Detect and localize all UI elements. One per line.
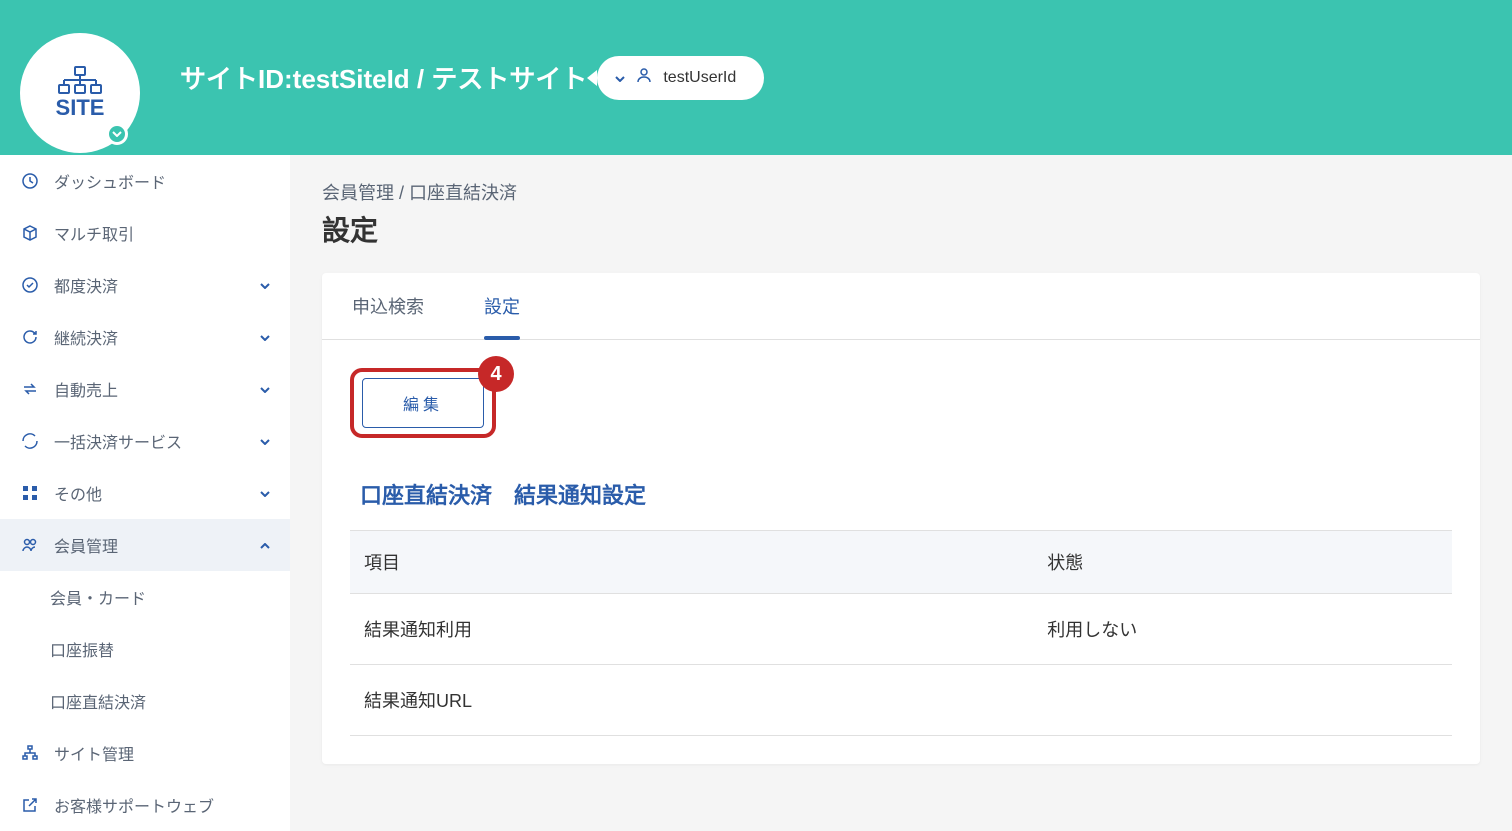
chevron-down-icon [260,382,270,396]
sidebar-item-label: お客様サポートウェブ [54,793,214,817]
table-header-item: 項目 [350,531,1033,593]
sidebar-item-label: 継続決済 [54,325,118,349]
chevron-down-icon[interactable] [106,123,128,145]
sidebar-item-label: その他 [54,481,102,505]
chevron-down-icon [260,434,270,448]
sidebar: ダッシュボード マルチ取引 都度決済 継続決済 自動売上 一括決済サービス [0,155,290,831]
sidebar-item-label: 一括決済サービス [54,429,182,453]
site-badge-text: SITE [56,95,105,121]
card: 申込検索 設定 編集 4 口座直結決済 結果通知設定 項目 状態 [322,273,1480,764]
sidebar-subitem-direct-debit[interactable]: 口座直結決済 [0,675,290,727]
sitemap-icon [20,744,40,762]
annotation-badge: 4 [478,356,514,392]
check-circle-icon [20,276,40,294]
header: SITE サイトID:testSiteId / テストサイト testUserI… [0,0,1512,155]
tabs: 申込検索 設定 [322,273,1480,340]
settings-table: 項目 状態 結果通知利用 利用しない 結果通知URL [350,530,1452,736]
site-title: サイトID:testSiteId / テストサイト [180,59,587,96]
user-id: testUserId [663,69,736,87]
page-title: 設定 [322,209,1480,249]
site-badge[interactable]: SITE [20,33,140,153]
table-cell-item: 結果通知URL [350,665,1033,735]
sidebar-item-label: 都度決済 [54,273,118,297]
sidebar-subitem-account-transfer[interactable]: 口座振替 [0,623,290,675]
sidebar-item-label: 会員管理 [54,533,118,557]
clock-icon [20,172,40,190]
external-link-icon [20,796,40,814]
sidebar-item-multi[interactable]: マルチ取引 [0,207,290,259]
sidebar-item-member-mgmt[interactable]: 会員管理 [0,519,290,571]
sidebar-item-batch-payment[interactable]: 一括決済サービス [0,415,290,467]
sidebar-subitem-member-card[interactable]: 会員・カード [0,571,290,623]
sidebar-item-label: ダッシュボード [54,169,166,193]
cube-icon [20,224,40,242]
edit-button-annotation: 編集 4 [350,368,496,438]
tab-settings[interactable]: 設定 [454,273,550,339]
sidebar-item-dashboard[interactable]: ダッシュボード [0,155,290,207]
table-cell-state: 利用しない [1033,594,1452,664]
annotation-frame: 編集 [350,368,496,438]
chevron-down-icon [260,278,270,292]
users-icon [20,536,40,554]
exchange-icon [20,380,40,398]
table-row: 結果通知利用 利用しない [350,594,1452,665]
sidebar-item-label: 自動売上 [54,377,118,401]
table-header-row: 項目 状態 [350,530,1452,594]
table-header-state: 状態 [1033,531,1452,593]
table-row: 結果通知URL [350,665,1452,736]
table-cell-item: 結果通知利用 [350,594,1033,664]
chevron-down-icon [260,486,270,500]
chevron-down-icon [615,71,625,85]
user-menu[interactable]: testUserId [597,56,764,100]
sidebar-item-support-web[interactable]: お客様サポートウェブ [0,779,290,831]
sidebar-item-auto-sales[interactable]: 自動売上 [0,363,290,415]
sidebar-item-label: サイト管理 [54,741,134,765]
sidebar-item-continue-payment[interactable]: 継続決済 [0,311,290,363]
user-icon [635,66,653,89]
breadcrumb: 会員管理 / 口座直結決済 [322,179,1480,205]
chevron-down-icon [260,330,270,344]
tab-application-search[interactable]: 申込検索 [322,273,454,339]
main-content: 会員管理 / 口座直結決済 設定 申込検索 設定 編集 4 口座直結決済 結果通… [290,155,1512,831]
sidebar-item-label: マルチ取引 [54,221,134,245]
refresh-icon [20,328,40,346]
sidebar-item-other[interactable]: その他 [0,467,290,519]
chevron-up-icon [260,538,270,552]
sitemap-icon [55,65,105,95]
sidebar-item-each-payment[interactable]: 都度決済 [0,259,290,311]
table-cell-state [1033,665,1452,735]
section-title: 口座直結決済 結果通知設定 [350,478,1452,510]
loop-icon [20,432,40,450]
edit-button[interactable]: 編集 [362,378,484,428]
grid-icon [20,484,40,502]
sidebar-item-site-mgmt[interactable]: サイト管理 [0,727,290,779]
